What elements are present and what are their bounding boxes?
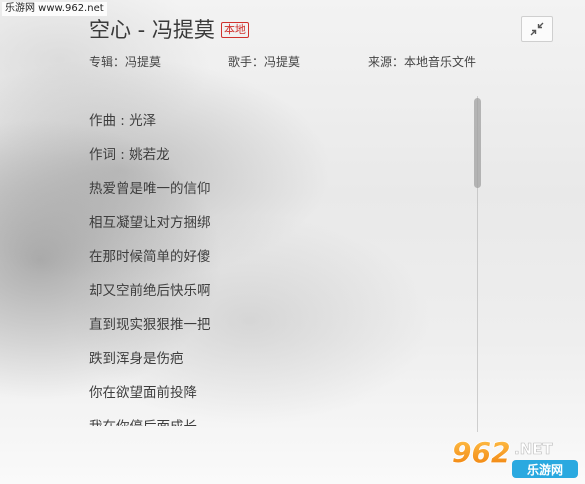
watermark-logo-suffix: .NET [514, 440, 553, 458]
song-title: 空心 - 冯提莫 [89, 18, 215, 42]
lyric-line: 我在你停后面成长 [89, 410, 459, 426]
lyrics-scrollbar[interactable] [474, 96, 482, 432]
lyric-line: 作曲 : 光泽 [89, 113, 157, 129]
watermark-logo: 962 .NET 乐游网 [451, 435, 578, 478]
collapse-arrows-icon [530, 22, 544, 36]
lyric-line: 直到现实狠狠推一把 [89, 317, 211, 333]
lyric-line: 在那时候简单的好傻 [89, 249, 211, 265]
artist-link[interactable]: 歌手：冯提莫 [228, 54, 300, 70]
album-link[interactable]: 专辑：冯提莫 [89, 54, 161, 70]
lyric-line: 相互凝望让对方捆绑 [89, 215, 211, 231]
watermark-logo-number: 962 [452, 436, 510, 469]
local-badge: 本地 [220, 22, 249, 38]
song-header: 空心 - 冯提莫 本地 [89, 15, 249, 45]
lyric-line: 热爱曾是唯一的信仰 [89, 181, 211, 197]
lyric-line: 跌到浑身是伤疤 [89, 351, 184, 367]
source-info: 来源：本地音乐文件 [368, 55, 477, 69]
lyric-line: 作词 : 姚若龙 [89, 147, 170, 163]
shrink-button[interactable] [521, 16, 553, 42]
scrollbar-thumb[interactable] [474, 98, 481, 188]
lyrics-panel[interactable]: 作曲 : 光泽 作词 : 姚若龙热爱曾是唯一的信仰 相互凝望让对方捆绑 在那时候简单的… [89, 104, 459, 426]
watermark-site-text: 乐游网 www.962.net [2, 2, 107, 16]
lyric-line: 却又空前绝后快乐啊 [89, 283, 211, 299]
watermark-logo-tagline: 乐游网 [527, 462, 563, 477]
lyric-line: 你在欲望面前投降 [89, 385, 197, 401]
